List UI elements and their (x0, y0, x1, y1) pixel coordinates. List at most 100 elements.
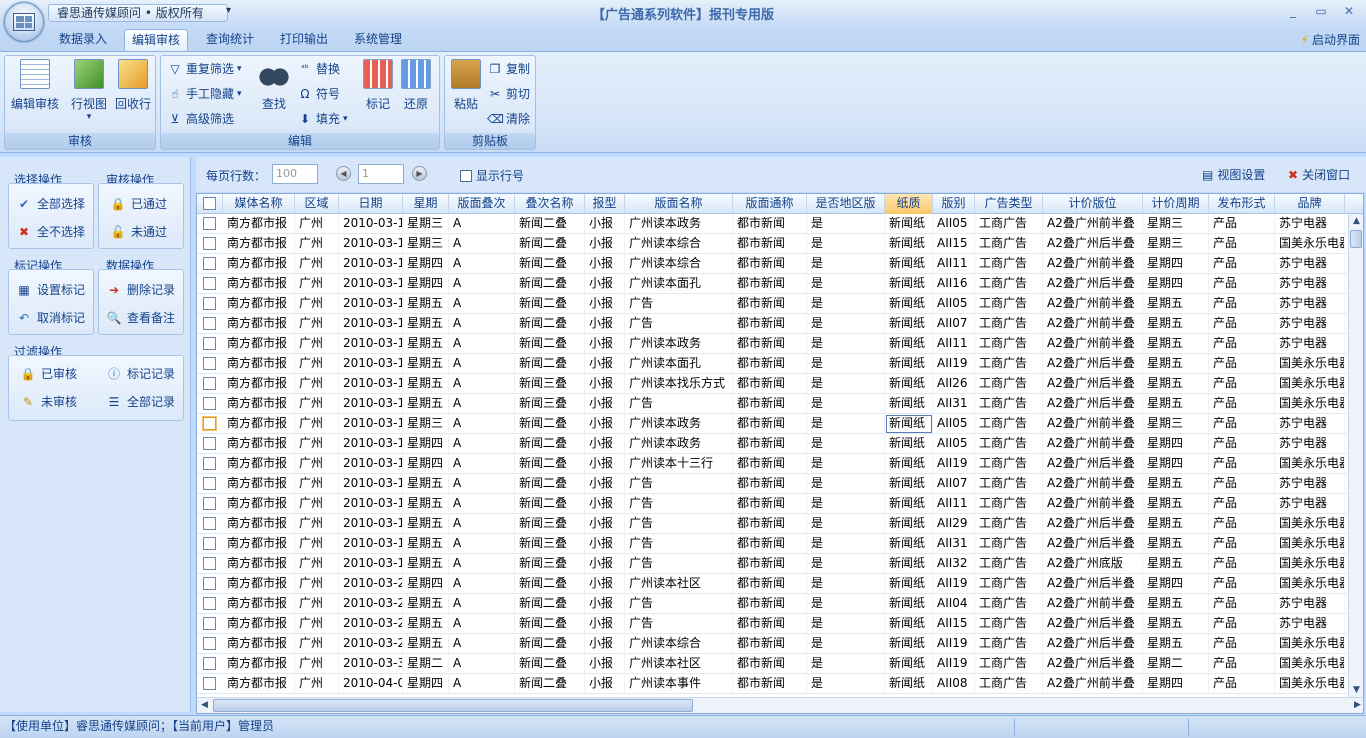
table-cell[interactable]: 新闻纸 (885, 554, 933, 574)
table-cell[interactable]: 广州 (295, 274, 339, 294)
table-cell[interactable]: 南方都市报 (223, 554, 295, 574)
table-cell[interactable]: 南方都市报 (223, 674, 295, 694)
table-cell[interactable]: 国美永乐电器 (1275, 454, 1345, 474)
table-cell[interactable]: 2010-03-12 (339, 314, 403, 334)
dup-filter-button[interactable]: ▽ 重复筛选 ▾ (167, 59, 241, 79)
table-cell[interactable]: 新闻纸 (885, 434, 933, 454)
find-button[interactable]: 查找 (257, 59, 291, 112)
restore-button[interactable]: 还原 (399, 59, 433, 112)
table-cell[interactable]: 新闻二叠 (515, 354, 585, 374)
table-cell[interactable]: 广州 (295, 674, 339, 694)
table-cell[interactable]: AII05 (933, 434, 975, 454)
table-cell[interactable]: 广州 (295, 554, 339, 574)
table-cell[interactable]: AII11 (933, 494, 975, 514)
table-cell[interactable]: 是 (807, 454, 885, 474)
table-cell[interactable]: A2叠广州后半叠 (1043, 394, 1143, 414)
table-cell[interactable]: A (449, 314, 515, 334)
table-cell[interactable]: A (449, 574, 515, 594)
table-cell[interactable]: 都市新闻 (733, 214, 807, 234)
table-cell[interactable]: A (449, 534, 515, 554)
table-cell[interactable]: A (449, 614, 515, 634)
table-cell[interactable]: A2叠广州前半叠 (1043, 674, 1143, 694)
table-cell[interactable]: 南方都市报 (223, 334, 295, 354)
table-cell[interactable]: A2叠广州前半叠 (1043, 594, 1143, 614)
table-cell[interactable]: 新闻二叠 (515, 594, 585, 614)
table-cell[interactable]: 新闻纸 (885, 474, 933, 494)
table-cell[interactable]: 南方都市报 (223, 374, 295, 394)
table-cell[interactable]: 广州读本面孔 (625, 354, 733, 374)
table-cell[interactable]: 是 (807, 394, 885, 414)
table-cell[interactable]: A2叠广州后半叠 (1043, 534, 1143, 554)
row-checkbox[interactable] (203, 237, 216, 250)
table-row[interactable]: 南方都市报广州2010-03-12星期五A新闻二叠小报广告都市新闻是新闻纸AII… (197, 294, 1349, 314)
table-cell[interactable]: 星期五 (403, 634, 449, 654)
column-header[interactable]: 版面通称 (733, 194, 807, 214)
table-cell[interactable]: 2010-03-19 (339, 514, 403, 534)
table-cell[interactable]: 小报 (585, 594, 625, 614)
table-cell[interactable]: 南方都市报 (223, 414, 295, 434)
table-cell[interactable]: 星期四 (1143, 254, 1209, 274)
table-cell[interactable]: 工商广告 (975, 274, 1043, 294)
row-checkbox[interactable] (203, 657, 216, 670)
table-cell[interactable]: 广告 (625, 514, 733, 534)
table-cell[interactable]: A2叠广州底版 (1043, 554, 1143, 574)
table-cell[interactable]: 工商广告 (975, 674, 1043, 694)
table-cell[interactable]: 产品 (1209, 474, 1275, 494)
column-header[interactable]: 版面名称 (625, 194, 733, 214)
table-cell[interactable]: A2叠广州后半叠 (1043, 454, 1143, 474)
table-cell[interactable]: 国美永乐电器 (1275, 394, 1345, 414)
table-cell[interactable]: 2010-03-25 (339, 574, 403, 594)
cancel-mark-button[interactable]: ↶ 取消标记 (16, 309, 85, 326)
close-button[interactable]: ✕ (1340, 4, 1358, 18)
column-header[interactable]: 发布形式 (1209, 194, 1275, 214)
table-cell[interactable]: AII11 (933, 254, 975, 274)
row-checkbox[interactable] (203, 257, 216, 270)
table-cell[interactable]: 都市新闻 (733, 234, 807, 254)
table-cell[interactable]: 国美永乐电器 (1275, 674, 1345, 694)
table-cell[interactable]: 都市新闻 (733, 674, 807, 694)
column-header[interactable]: 版别 (933, 194, 975, 214)
table-cell[interactable]: 新闻三叠 (515, 554, 585, 574)
table-row[interactable]: 南方都市报广州2010-03-12星期五A新闻三叠小报广州读本找乐方式都市新闻是… (197, 374, 1349, 394)
table-cell[interactable]: 产品 (1209, 314, 1275, 334)
table-cell[interactable]: A (449, 654, 515, 674)
table-cell[interactable]: 新闻二叠 (515, 574, 585, 594)
table-cell[interactable]: AII19 (933, 454, 975, 474)
table-cell[interactable]: 小报 (585, 474, 625, 494)
table-cell[interactable]: A2叠广州前半叠 (1043, 414, 1143, 434)
table-cell[interactable]: AII19 (933, 654, 975, 674)
table-cell[interactable]: 星期四 (403, 434, 449, 454)
table-cell[interactable]: 星期五 (403, 474, 449, 494)
table-cell[interactable]: 是 (807, 234, 885, 254)
table-cell[interactable]: 星期四 (1143, 434, 1209, 454)
table-cell[interactable]: 小报 (585, 214, 625, 234)
table-cell[interactable]: 2010-03-12 (339, 394, 403, 414)
table-cell[interactable]: 广州 (295, 254, 339, 274)
table-cell[interactable]: 南方都市报 (223, 474, 295, 494)
table-cell[interactable]: 小报 (585, 554, 625, 574)
table-cell[interactable]: 工商广告 (975, 214, 1043, 234)
table-cell[interactable]: 广州读本综合 (625, 254, 733, 274)
table-cell[interactable]: A (449, 414, 515, 434)
scroll-up-icon[interactable]: ▲ (1349, 214, 1363, 229)
row-checkbox[interactable] (203, 297, 216, 310)
table-cell[interactable]: A2叠广州后半叠 (1043, 354, 1143, 374)
row-checkbox[interactable] (203, 597, 216, 610)
table-cell[interactable]: 是 (807, 434, 885, 454)
table-cell[interactable]: 南方都市报 (223, 434, 295, 454)
table-cell[interactable]: 南方都市报 (223, 534, 295, 554)
table-cell[interactable]: 新闻纸 (885, 414, 933, 434)
table-cell[interactable]: 广州 (295, 354, 339, 374)
cut-button[interactable]: ✂ 剪切 (487, 84, 530, 104)
table-cell[interactable]: AII05 (933, 414, 975, 434)
table-cell[interactable]: 南方都市报 (223, 514, 295, 534)
table-cell[interactable]: 新闻二叠 (515, 674, 585, 694)
table-cell[interactable]: 都市新闻 (733, 294, 807, 314)
row-checkbox[interactable] (203, 537, 216, 550)
table-cell[interactable]: 是 (807, 414, 885, 434)
table-cell[interactable]: 是 (807, 274, 885, 294)
table-cell[interactable]: A2叠广州前半叠 (1043, 474, 1143, 494)
all-records-button[interactable]: ☰ 全部记录 (106, 393, 175, 410)
mark-button[interactable]: 标记 (361, 59, 395, 112)
table-cell[interactable]: 小报 (585, 614, 625, 634)
